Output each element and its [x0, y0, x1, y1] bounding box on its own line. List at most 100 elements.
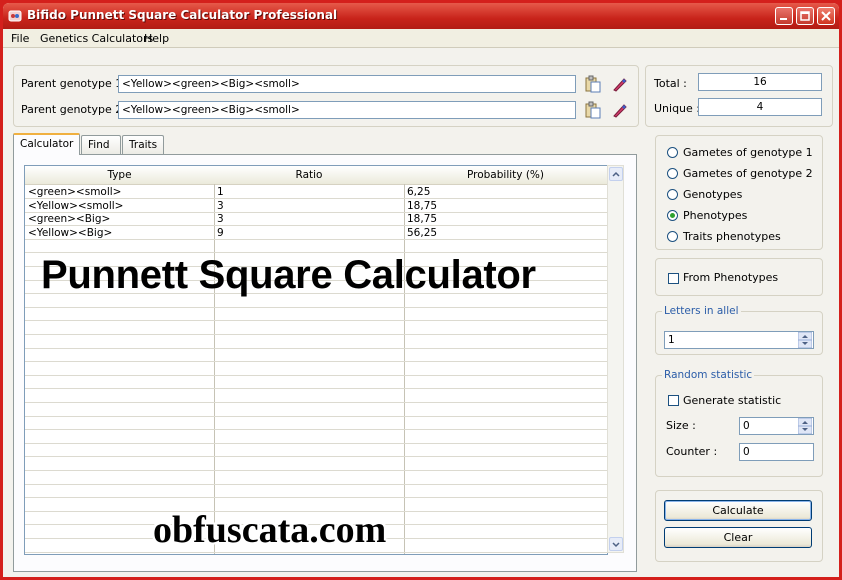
app-window: Bifido Punnett Square Calculator Profess… [3, 3, 839, 577]
vertical-scrollbar[interactable] [607, 165, 624, 553]
parent1-input[interactable]: <Yellow><green><Big><smoll> [118, 75, 576, 93]
app-icon [8, 10, 22, 22]
grid-line [25, 361, 607, 362]
title-bar[interactable]: Bifido Punnett Square Calculator Profess… [3, 3, 839, 29]
cell-ratio: 3 [217, 199, 224, 212]
display-mode-group: Gametes of genotype 1 Gametes of genotype… [655, 135, 823, 250]
minimize-icon [780, 18, 787, 20]
radio-button[interactable] [667, 168, 678, 179]
spinner-arrows-icon[interactable] [798, 418, 812, 434]
grid-line [25, 307, 607, 308]
table-header: Type Ratio Probability (%) [25, 166, 607, 185]
radio-label: Genotypes [683, 188, 743, 201]
radio-button[interactable] [667, 210, 678, 221]
generate-statistic-checkbox[interactable] [668, 395, 679, 406]
chevron-up-icon [612, 171, 620, 177]
results-table[interactable]: Type Ratio Probability (%) <green><smoll… [24, 165, 608, 555]
grid-line [25, 320, 607, 321]
minimize-button[interactable] [775, 7, 793, 25]
cell-type: <Yellow><Big> [28, 226, 113, 239]
clear-eraser-icon[interactable] [610, 101, 628, 119]
menu-help[interactable]: Help [144, 32, 169, 45]
column-header-probability[interactable]: Probability (%) [404, 169, 607, 181]
letters-in-allel-title: Letters in allel [662, 305, 741, 317]
close-button[interactable] [817, 7, 835, 25]
grid-line [25, 388, 607, 389]
watermark: obfuscata.com [153, 509, 387, 551]
actions-group: Calculate Clear [655, 490, 823, 562]
counter-label: Counter : [666, 445, 718, 458]
generate-statistic-label: Generate statistic [683, 394, 782, 407]
menu-genetics-calculators[interactable]: Genetics Calculators [40, 32, 153, 45]
column-header-type[interactable]: Type [25, 169, 214, 181]
close-icon [821, 11, 831, 21]
grid-line [25, 429, 607, 430]
parents-group: Parent genotype 1 : <Yellow><green><Big>… [13, 65, 639, 127]
cell-type: <Yellow><smoll> [28, 199, 124, 212]
cell-ratio: 9 [217, 226, 224, 239]
menu-bar: File Genetics Calculators Help [3, 29, 839, 48]
counter-field[interactable]: 0 [739, 443, 814, 461]
grid-line [25, 443, 607, 444]
parent1-label: Parent genotype 1 : [21, 77, 130, 90]
cell-ratio: 3 [217, 213, 224, 226]
grid-line [25, 375, 607, 376]
parent2-label: Parent genotype 2 : [21, 103, 130, 116]
grid-line [25, 212, 607, 213]
maximize-button[interactable] [796, 7, 814, 25]
cell-probability: 6,25 [407, 186, 431, 198]
cell-probability: 18,75 [407, 199, 438, 212]
main-content: Parent genotype 1 : <Yellow><green><Big>… [3, 48, 839, 577]
grid-line [25, 239, 607, 240]
grid-line [25, 470, 607, 471]
grid-line [25, 334, 607, 335]
grid-line [25, 456, 607, 457]
scroll-down-button[interactable] [609, 537, 623, 551]
menu-file[interactable]: File [11, 32, 29, 45]
clear-button[interactable]: Clear [664, 527, 812, 548]
unique-field[interactable]: 4 [698, 98, 822, 116]
tab-find[interactable]: Find [81, 135, 121, 154]
parent2-input[interactable]: <Yellow><green><Big><smoll> [118, 101, 576, 119]
radio-label: Phenotypes [683, 209, 748, 222]
from-phenotypes-group: From Phenotypes [655, 258, 823, 296]
cell-ratio: 1 [217, 186, 224, 198]
overlay-title: Punnett Square Calculator [41, 253, 536, 297]
spinner-arrows-icon[interactable] [798, 332, 812, 348]
cell-type: <green><smoll> [28, 186, 122, 198]
grid-line [25, 348, 607, 349]
radio-label: Traits phenotypes [683, 230, 781, 243]
maximize-icon [800, 11, 810, 21]
paste-icon[interactable] [584, 75, 602, 93]
radio-button[interactable] [667, 189, 678, 200]
total-field[interactable]: 16 [698, 73, 822, 91]
cell-probability: 56,25 [407, 226, 438, 239]
tab-calculator[interactable]: Calculator [13, 133, 80, 155]
radio-label: Gametes of genotype 1 [683, 146, 813, 159]
chevron-down-icon [612, 542, 620, 548]
paste-icon[interactable] [584, 101, 602, 119]
calculate-button[interactable]: Calculate [664, 500, 812, 521]
grid-line [25, 402, 607, 403]
from-phenotypes-label: From Phenotypes [683, 271, 779, 284]
radio-button[interactable] [667, 231, 678, 242]
from-phenotypes-checkbox[interactable] [668, 273, 679, 284]
radio-button[interactable] [667, 147, 678, 158]
grid-line [25, 552, 607, 553]
column-header-ratio[interactable]: Ratio [214, 169, 404, 181]
size-label: Size : [666, 419, 696, 432]
scroll-up-button[interactable] [609, 167, 623, 181]
cell-probability: 18,75 [407, 213, 438, 226]
tab-traits[interactable]: Traits [122, 135, 164, 154]
grid-line [25, 484, 607, 485]
total-label: Total : [654, 77, 687, 90]
clear-eraser-icon[interactable] [610, 75, 628, 93]
letters-in-allel-input[interactable]: 1 [664, 331, 814, 349]
random-statistic-group: Random statistic Generate statistic Size… [655, 369, 823, 477]
window-title: Bifido Punnett Square Calculator Profess… [27, 8, 338, 22]
cell-type: <green><Big> [28, 213, 111, 226]
grid-line [25, 416, 607, 417]
letters-in-allel-group: Letters in allel 1 [655, 305, 823, 355]
totals-group: Total : 16 Unique : 4 [645, 65, 833, 127]
unique-label: Unique : [654, 102, 701, 115]
